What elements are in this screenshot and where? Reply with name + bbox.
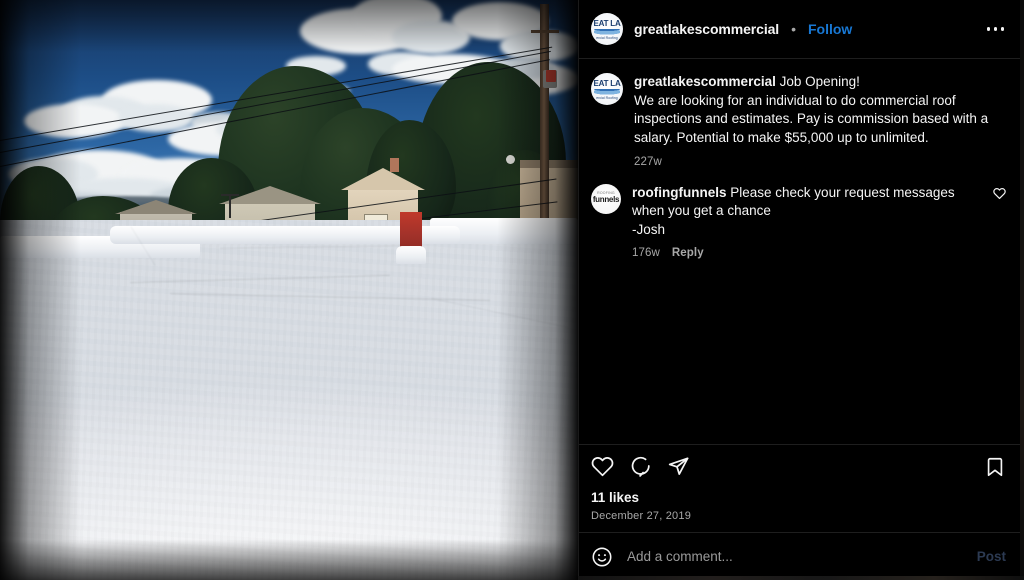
- smiley-face-icon[interactable]: [591, 546, 613, 568]
- like-count[interactable]: 11 likes: [591, 490, 1006, 505]
- reply-button[interactable]: Reply: [672, 247, 704, 259]
- background-edge-strip: [1020, 0, 1024, 580]
- comment-timestamp: 176w: [632, 247, 660, 260]
- heart-icon[interactable]: [993, 184, 1006, 260]
- antenna-mast: [229, 196, 231, 218]
- speech-bubble-icon[interactable]: [629, 455, 652, 478]
- caption-meta: 227w: [634, 156, 1006, 168]
- caption-text: greatlakescommercial Job Opening! We are…: [634, 73, 1006, 148]
- comments-scroll-area[interactable]: EAT LA ercial Roofing greatlakescommerci…: [579, 59, 1020, 444]
- post-media-photo[interactable]: [0, 0, 578, 580]
- street-lamp: [506, 155, 515, 164]
- comment-item: ROOFING funnels roofingfunnels Please ch…: [591, 183, 1006, 260]
- avatar-wave-icon: [594, 28, 620, 36]
- avatar-logo-subtext: ercial Roofing: [596, 35, 618, 40]
- add-comment-bar: Post: [579, 532, 1020, 580]
- pole-marker: [546, 70, 556, 82]
- comment-username[interactable]: roofingfunnels: [632, 185, 727, 200]
- action-icon-row: [591, 455, 1006, 478]
- comment-input[interactable]: [627, 549, 963, 564]
- avatar-wave-icon: [594, 88, 620, 96]
- post-comment-button[interactable]: Post: [977, 549, 1006, 564]
- follow-button[interactable]: Follow: [808, 21, 852, 37]
- avatar[interactable]: ROOFING funnels: [591, 183, 621, 214]
- chimney-base-coating: [396, 246, 426, 264]
- comment-text: roofingfunnels Please check your request…: [632, 184, 982, 240]
- avatar-logo-subtext: ercial Roofing: [596, 95, 618, 100]
- paper-plane-icon[interactable]: [667, 455, 690, 478]
- avatar-logo-text: EAT LA: [593, 78, 621, 88]
- avatar[interactable]: EAT LA ercial Roofing: [591, 73, 623, 105]
- post-header: EAT LA ercial Roofing greatlakescommerci…: [579, 0, 1020, 59]
- heart-icon[interactable]: [591, 455, 614, 478]
- pole-crossarm: [531, 30, 559, 33]
- white-roof-deck: [0, 220, 578, 580]
- caption-entry: EAT LA ercial Roofing greatlakescommerci…: [591, 73, 1006, 168]
- ellipsis-icon[interactable]: [985, 21, 1007, 37]
- caption-username[interactable]: greatlakescommercial: [634, 74, 776, 89]
- comment-meta: 176w Reply: [632, 247, 982, 259]
- avatar[interactable]: EAT LA ercial Roofing: [591, 13, 623, 45]
- post-date: December 27, 2019: [591, 510, 692, 522]
- bookmark-icon[interactable]: [984, 456, 1006, 478]
- avatar-logo-text: EAT LA: [593, 18, 621, 28]
- caption-timestamp: 227w: [634, 155, 662, 168]
- header-separator: •: [791, 21, 796, 37]
- instagram-post-screen: EAT LA ercial Roofing greatlakescommerci…: [0, 0, 1024, 580]
- utility-pole: [540, 4, 549, 248]
- post-actions: 11 likes December 27, 2019: [579, 444, 1020, 532]
- antenna: [221, 194, 239, 196]
- background-bottom-peek: [578, 576, 1024, 580]
- post-details-panel: EAT LA ercial Roofing greatlakescommerci…: [578, 0, 1020, 580]
- avatar-logo-text: funnels: [592, 194, 620, 204]
- header-username[interactable]: greatlakescommercial: [634, 21, 779, 37]
